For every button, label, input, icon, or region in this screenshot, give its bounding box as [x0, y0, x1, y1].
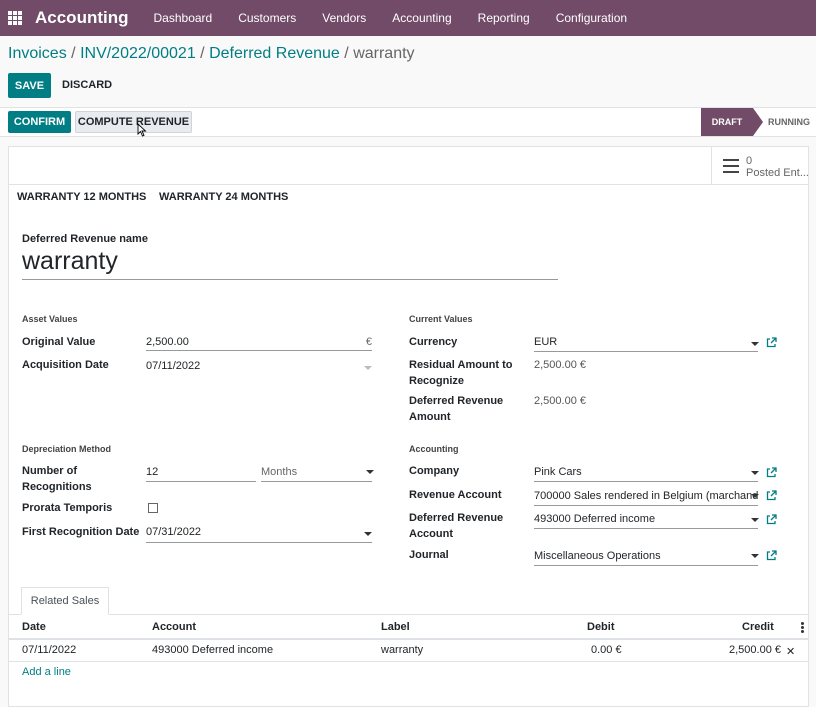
external-link-icon[interactable]	[766, 337, 777, 348]
residual-label: Residual Amount to Recognize	[409, 359, 513, 387]
compute-revenue-button[interactable]: COMPUTE REVENUE	[75, 111, 192, 133]
model-warranty-24-button[interactable]: WARRANTY 24 MONTHS	[159, 191, 288, 203]
residual-value: 2,500.00 €	[534, 359, 586, 371]
acquisition-date: 07/11/2022	[146, 360, 201, 372]
revenue-account-label: Revenue Account	[409, 489, 502, 501]
current-values-title: Current Values	[409, 314, 473, 324]
menu-configuration[interactable]: Configuration	[543, 11, 640, 25]
status-bar: CONFIRM COMPUTE REVENUE DRAFT RUNNING	[0, 107, 816, 137]
breadcrumb-invoice[interactable]: INV/2022/00021	[80, 45, 196, 62]
discard-button[interactable]: DISCARD	[62, 79, 112, 91]
chevron-down-icon	[366, 470, 374, 474]
cell-credit: 2,500.00 €	[729, 644, 781, 656]
tab-divider	[9, 614, 808, 615]
cell-date: 07/11/2022	[22, 644, 77, 656]
original-value-input[interactable]: 2,500.00 €	[146, 334, 372, 351]
accounting-title: Accounting	[409, 444, 459, 454]
column-debit[interactable]: Debit	[587, 621, 615, 633]
company-select[interactable]: Pink Cars	[534, 464, 758, 482]
deferred-amount-label: Deferred Revenue Amount	[409, 395, 504, 423]
posted-entries-button[interactable]: 0 Posted Ent...	[711, 147, 808, 185]
chevron-down-icon	[364, 532, 372, 536]
stage-draft[interactable]: DRAFT	[701, 108, 763, 136]
model-warranty-12-button[interactable]: WARRANTY 12 MONTHS	[17, 191, 146, 203]
tab-related-sales[interactable]: Related Sales	[21, 587, 109, 615]
mouse-cursor-icon	[137, 123, 147, 137]
currency-select[interactable]: EUR	[534, 334, 758, 352]
posted-entries-count: 0	[746, 155, 753, 167]
period-select[interactable]: Months	[261, 464, 372, 482]
external-link-icon[interactable]	[766, 514, 777, 525]
first-recognition-date-label: First Recognition Date	[22, 526, 140, 538]
column-label[interactable]: Label	[381, 621, 410, 633]
stage-running[interactable]: RUNNING	[768, 117, 810, 127]
chevron-down-icon	[751, 471, 759, 475]
row-divider	[9, 661, 808, 662]
cell-label: warranty	[381, 644, 424, 656]
breadcrumb-invoices[interactable]: Invoices	[8, 45, 67, 62]
external-link-icon[interactable]	[766, 467, 777, 478]
deferred-account-label: Deferred Revenue Account	[409, 512, 504, 540]
apps-menu-icon[interactable]	[8, 11, 22, 25]
form-sheet: 0 Posted Ent... WARRANTY 12 MONTHS WARRA…	[8, 146, 809, 707]
menu-customers[interactable]: Customers	[225, 11, 309, 25]
chevron-down-icon	[364, 366, 372, 370]
currency-symbol: €	[365, 336, 372, 348]
external-link-icon[interactable]	[766, 550, 777, 561]
breadcrumb-separator: /	[71, 45, 76, 62]
name-input[interactable]: warranty	[22, 247, 558, 280]
table-header-divider	[9, 638, 808, 640]
chevron-down-icon	[751, 554, 759, 558]
menu-vendors[interactable]: Vendors	[309, 11, 379, 25]
company-label: Company	[409, 465, 460, 477]
acquisition-date-label: Acquisition Date	[22, 359, 109, 371]
menu-dashboard[interactable]: Dashboard	[141, 11, 226, 25]
list-icon	[723, 159, 739, 173]
original-value: 2,500.00	[146, 336, 189, 348]
cell-debit: 0.00 €	[591, 644, 622, 656]
chevron-down-icon	[751, 494, 759, 498]
revenue-account-select[interactable]: 700000 Sales rendered in Belgium (marcha…	[534, 488, 758, 506]
add-line-link[interactable]: Add a line	[22, 666, 71, 678]
currency-label: Currency	[409, 336, 458, 348]
breadcrumb-separator: /	[344, 45, 349, 62]
confirm-button[interactable]: CONFIRM	[8, 111, 71, 133]
name-label: Deferred Revenue name	[22, 233, 148, 245]
original-value-label: Original Value	[22, 336, 96, 348]
deferred-amount-value: 2,500.00 €	[534, 395, 586, 407]
top-navbar: Accounting Dashboard Customers Vendors A…	[0, 0, 816, 36]
prorata-checkbox[interactable]	[148, 503, 158, 513]
optional-columns-icon[interactable]	[801, 622, 804, 633]
delete-row-icon[interactable]: ✕	[786, 645, 795, 658]
asset-values-title: Asset Values	[22, 314, 78, 324]
journal-select[interactable]: Miscellaneous Operations	[534, 548, 758, 566]
app-brand[interactable]: Accounting	[35, 8, 129, 28]
chevron-down-icon	[751, 342, 759, 346]
first-recognition-date-input[interactable]: 07/31/2022	[146, 524, 372, 543]
deferred-account-select[interactable]: 493000 Deferred income	[534, 511, 758, 529]
column-account[interactable]: Account	[152, 621, 196, 633]
column-date[interactable]: Date	[22, 621, 46, 633]
menu-accounting[interactable]: Accounting	[379, 11, 464, 25]
menu-reporting[interactable]: Reporting	[465, 11, 543, 25]
save-button[interactable]: SAVE	[8, 73, 51, 98]
posted-entries-label: Posted Ent...	[746, 167, 808, 179]
breadcrumb-deferred-revenue[interactable]: Deferred Revenue	[209, 45, 340, 62]
breadcrumb-current: warranty	[353, 45, 415, 62]
journal-label: Journal	[409, 549, 449, 561]
number-recognitions-input[interactable]: 12	[146, 464, 256, 482]
depreciation-method-title: Depreciation Method	[22, 444, 112, 454]
cell-account: 493000 Deferred income	[152, 644, 274, 656]
column-credit[interactable]: Credit	[742, 621, 774, 633]
breadcrumb: Invoices / INV/2022/00021 / Deferred Rev…	[8, 45, 415, 63]
chevron-down-icon	[751, 518, 759, 522]
divider	[9, 184, 808, 185]
number-recognitions-label: Number of Recognitions	[22, 465, 92, 493]
prorata-label: Prorata Temporis	[22, 502, 113, 514]
breadcrumb-separator: /	[200, 45, 205, 62]
external-link-icon[interactable]	[766, 490, 777, 501]
